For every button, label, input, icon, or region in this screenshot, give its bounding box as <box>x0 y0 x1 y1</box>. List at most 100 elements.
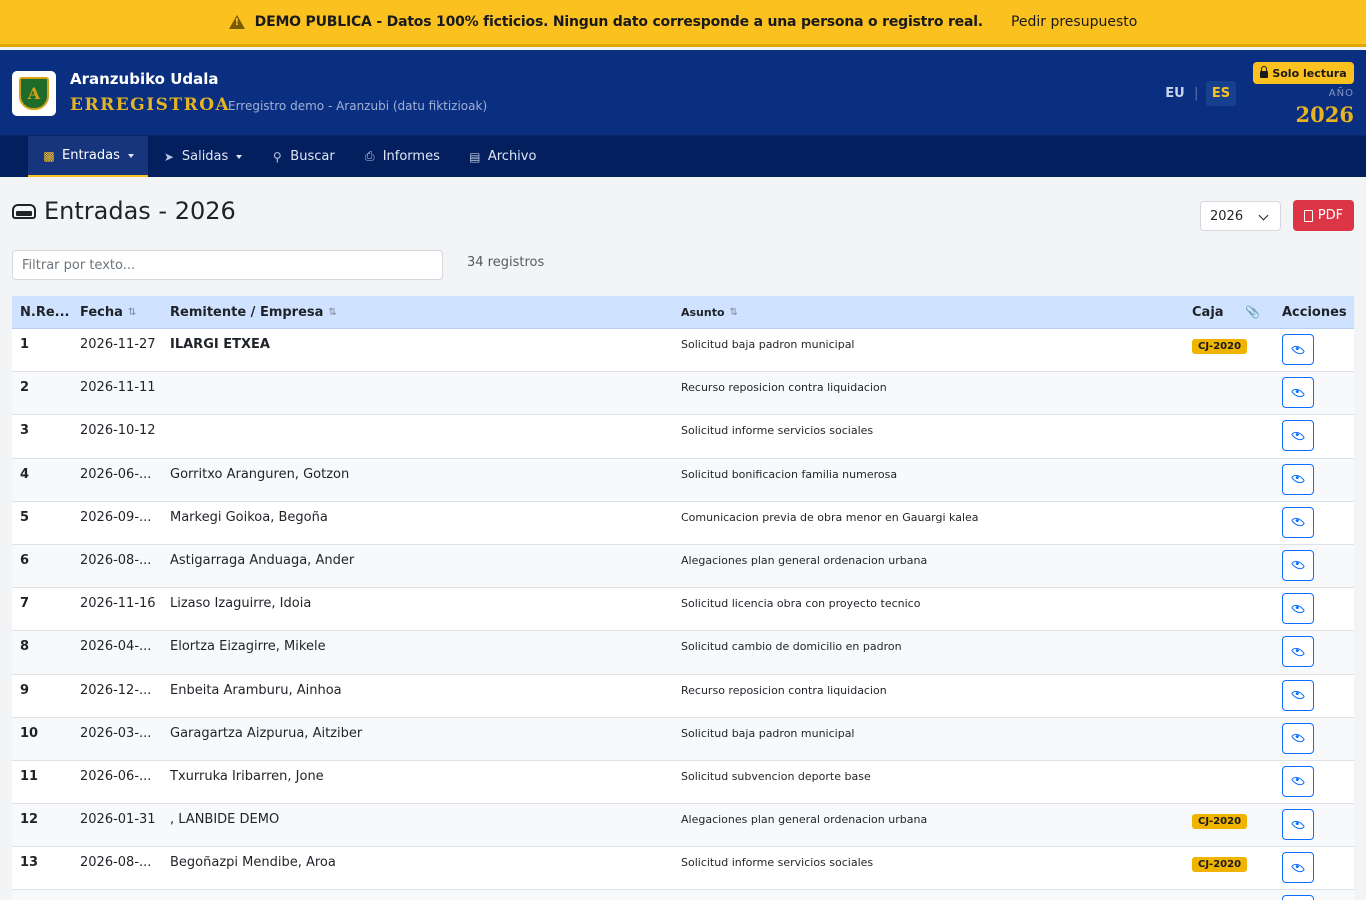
view-button[interactable] <box>1282 463 1314 495</box>
pdf-file-icon <box>1303 209 1313 222</box>
table-row: 9 2026-12-... Enbeita Aramburu, Ainhoa Recu… <box>12 674 1354 718</box>
lang-es-button[interactable]: ES <box>1206 81 1236 106</box>
row-date: 2026-11-16 <box>80 596 156 612</box>
nav-entradas[interactable]: ▩ Entradas <box>28 136 148 177</box>
row-number: 11 <box>20 768 39 784</box>
col-number: N.Re... <box>20 304 70 320</box>
row-sender: Gorritxo Aranguren, Gotzon <box>170 466 350 482</box>
lang-eu-button[interactable]: EU <box>1160 81 1190 106</box>
view-button[interactable] <box>1282 334 1314 365</box>
row-actions <box>1274 761 1354 797</box>
nav-buscar[interactable]: ⚲ Buscar <box>256 136 348 177</box>
view-button[interactable] <box>1282 722 1314 754</box>
row-date: 2026-04-... <box>80 639 152 655</box>
row-sender: Txurruka Iribarren, Jone <box>170 768 324 784</box>
municipality-logo[interactable]: A <box>12 71 56 116</box>
view-button[interactable] <box>1282 549 1314 581</box>
view-button[interactable] <box>1282 809 1314 841</box>
view-button[interactable] <box>1282 377 1314 409</box>
nav-informes[interactable]: ⎙ Informes <box>349 136 454 177</box>
archive-icon: ▤ <box>469 149 481 164</box>
row-actions <box>1274 415 1354 452</box>
paperclip-icon: 📎 <box>1245 305 1260 319</box>
view-button[interactable] <box>1282 506 1314 538</box>
row-sender: ILARGI ETXEA <box>170 337 270 352</box>
row-sender: Begoñazpi Mendibe, Aroa <box>170 855 336 871</box>
shield-icon: A <box>19 77 49 110</box>
row-subject: Solicitud baja padron municipal <box>681 338 855 351</box>
nav-archivo[interactable]: ▤ Archivo <box>454 136 551 177</box>
row-actions <box>1274 890 1354 900</box>
row-box-cell <box>1184 372 1274 381</box>
eye-icon <box>1290 731 1306 746</box>
pdf-export-button[interactable]: PDF <box>1293 200 1354 231</box>
view-button[interactable] <box>1282 636 1314 668</box>
row-subject: Solicitud bonificacion familia numerosa <box>681 467 898 481</box>
eye-icon <box>1290 687 1306 703</box>
col-box: Caja 📎 <box>1192 304 1260 320</box>
nav-salidas[interactable]: ➤ Salidas <box>148 136 256 177</box>
row-date: 2026-11-27 <box>80 337 156 352</box>
row-subject: Solicitud baja padron municipal <box>681 726 855 740</box>
row-actions <box>1274 847 1354 884</box>
view-button[interactable] <box>1282 765 1314 797</box>
request-quote-link[interactable]: Pedir presupuesto <box>1011 14 1137 30</box>
printer-icon: ⎙ <box>364 149 375 163</box>
eye-icon <box>1290 644 1306 659</box>
row-date: 2026-11-11 <box>80 380 156 396</box>
row-subject: Alegaciones plan general ordenacion urba… <box>681 553 928 567</box>
row-subject: Solicitud cambio de domicilio en padron <box>681 640 902 654</box>
sort-icon: ⇅ <box>127 306 137 318</box>
caret-down-icon <box>127 153 134 158</box>
row-actions <box>1274 545 1354 581</box>
row-sender <box>162 415 673 423</box>
table-row: 4 2026-06-... Gorritxo Aranguren, Gotzon So… <box>12 458 1354 502</box>
row-number: 10 <box>20 725 39 741</box>
col-date[interactable]: Fecha ⇅ <box>72 305 162 320</box>
eye-icon <box>1290 515 1306 530</box>
row-date: 2026-09-... <box>80 509 152 525</box>
app-name: ERREGISTROA <box>70 95 231 115</box>
eye-icon <box>1290 385 1306 400</box>
table-row: 10 2026-03-... Garagartza Aizpurua, Aitzib… <box>12 717 1354 761</box>
row-sender: Astigarraga Anduaga, Ander <box>170 552 355 568</box>
view-button[interactable] <box>1282 852 1314 884</box>
record-count: 34 registros <box>467 255 545 270</box>
lang-separator: | <box>1194 86 1199 101</box>
row-sender: Garagartza Aizpurua, Aitziber <box>170 725 363 741</box>
row-subject: Solicitud subvencion deporte base <box>681 769 871 783</box>
row-box-cell <box>1184 675 1274 684</box>
row-subject: Solicitud licencia obra con proyecto tec… <box>681 597 921 611</box>
row-box-cell <box>1184 545 1274 554</box>
row-box-cell <box>1184 502 1274 511</box>
row-box-cell <box>1184 890 1274 899</box>
year-value: 2026 <box>1295 102 1354 127</box>
view-button[interactable] <box>1282 420 1314 452</box>
eye-icon <box>1290 601 1306 616</box>
col-subject[interactable]: Asunto ⇅ <box>673 306 1184 319</box>
view-button[interactable] <box>1282 679 1314 711</box>
eye-icon <box>1290 558 1306 573</box>
table-row: 5 2026-09-... Markegi Goikoa, Begoña Comuni… <box>12 501 1354 545</box>
app-header: A Aranzubiko Udala ERREGISTROA Erregistr… <box>0 50 1366 136</box>
row-sender <box>162 372 673 380</box>
row-date: 2026-08-... <box>80 552 152 568</box>
col-sender[interactable]: Remitente / Empresa ⇅ <box>162 305 673 320</box>
caret-down-icon <box>236 154 243 159</box>
year-select[interactable]: 2026 <box>1200 201 1281 231</box>
warning-icon <box>228 15 245 29</box>
row-sender: Elortza Eizagirre, Mikele <box>170 639 326 655</box>
row-subject: Comunicacion previa de obra menor en Gau… <box>681 510 979 524</box>
view-button[interactable] <box>1282 895 1314 900</box>
sort-icon: ⇅ <box>328 306 337 318</box>
row-number: 6 <box>20 552 30 568</box>
row-subject: Alegaciones plan general ordenacion urba… <box>681 813 928 827</box>
row-sender: Markegi Goikoa, Begoña <box>170 509 328 525</box>
send-icon: ➤ <box>163 149 174 164</box>
table-row: 11 2026-06-... Txurruka Iribarren, Jone Sol… <box>12 760 1354 805</box>
table-row: 12 2026-01-31 , LANBIDE DEMO Alegaciones pl… <box>12 804 1354 848</box>
view-button[interactable] <box>1282 593 1314 625</box>
row-subject: Solicitud informe servicios sociales <box>681 856 874 870</box>
filter-input[interactable] <box>12 250 443 280</box>
row-number: 12 <box>20 812 39 828</box>
